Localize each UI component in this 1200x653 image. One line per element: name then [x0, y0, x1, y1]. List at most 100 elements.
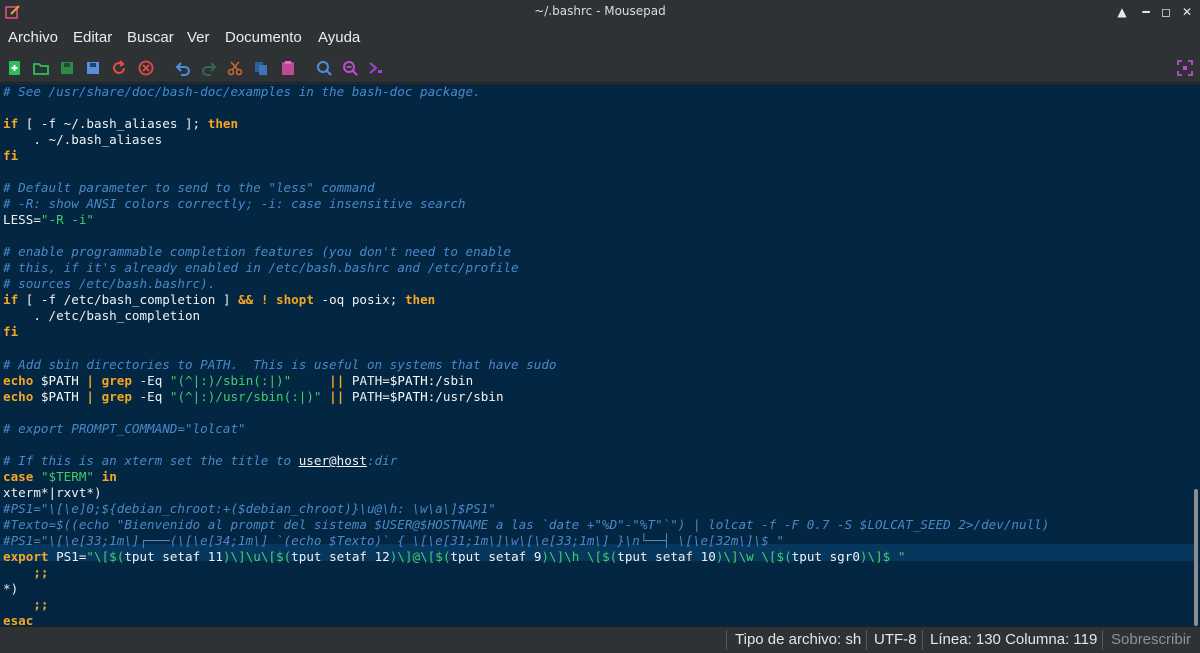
status-separator — [1102, 630, 1103, 650]
reload-icon[interactable] — [110, 59, 128, 77]
copy-icon[interactable] — [252, 59, 270, 77]
code-line: # enable programmable completion feature… — [3, 244, 511, 260]
menu-buscar[interactable]: Buscar — [127, 29, 174, 46]
search-icon[interactable] — [315, 59, 333, 77]
code-line: echo $PATH | grep -Eq "(^|:)/sbin(:|)" |… — [3, 373, 473, 389]
new-document-icon[interactable] — [6, 59, 24, 77]
code-line: esac — [3, 613, 33, 626]
open-file-icon[interactable] — [32, 59, 50, 77]
code-line: *) — [3, 581, 18, 597]
maximize-icon[interactable]: ◻ — [1157, 3, 1175, 21]
code-line: fi — [3, 148, 18, 164]
code-token: # enable programmable completion feature… — [3, 244, 511, 259]
menu-archivo[interactable]: Archivo — [8, 29, 58, 46]
code-token: esac — [3, 613, 34, 626]
menu-editar[interactable]: Editar — [73, 29, 112, 46]
code-token: && — [238, 292, 254, 307]
close-icon[interactable]: ✕ — [1178, 3, 1196, 21]
code-line: # See /usr/share/doc/bash-doc/examples i… — [3, 84, 481, 100]
code-token: $PATH — [389, 373, 428, 388]
code-token: # sources /etc/bash.bashrc). — [3, 276, 216, 291]
code-token: #PS1="\[\e]0;${debian_chroot:+($debian_c… — [3, 501, 496, 516]
menu-documento[interactable]: Documento — [225, 29, 302, 46]
code-line: case "$TERM" in — [3, 469, 117, 485]
minimize-icon[interactable]: ━ — [1137, 3, 1155, 21]
save-icon[interactable] — [58, 59, 76, 77]
code-token: -Eq — [131, 373, 170, 388]
code-token: "$TERM" — [40, 469, 95, 484]
redo-icon[interactable] — [200, 59, 218, 77]
code-token: | — [86, 373, 95, 388]
code-token: # Default parameter to send to the "less… — [3, 180, 375, 195]
go-to-line-icon[interactable] — [367, 59, 385, 77]
vertical-scrollbar[interactable] — [1194, 489, 1198, 626]
code-token: echo — [3, 373, 34, 388]
code-token: xterm*|rxvt*) — [3, 485, 102, 500]
status-separator — [866, 630, 867, 650]
status-bar: Tipo de archivo: sh UTF-8 Línea: 130 Col… — [0, 626, 1200, 653]
status-filetype[interactable]: Tipo de archivo: sh — [735, 631, 861, 648]
code-token: )\]\h \[$( — [541, 549, 618, 564]
code-token: PATH= — [344, 389, 390, 404]
code-token: grep — [101, 373, 132, 388]
code-line: . ~/.bash_aliases — [3, 132, 162, 148]
window-title: ~/.bashrc - Mousepad — [534, 4, 666, 18]
fullscreen-icon[interactable] — [1176, 59, 1194, 77]
code-token: -Eq — [131, 389, 170, 404]
code-token: then — [404, 292, 436, 307]
keep-above-icon[interactable]: ▲ — [1113, 3, 1131, 21]
close-document-icon[interactable] — [137, 59, 155, 77]
code-line: # this, if it's already enabled in /etc/… — [3, 260, 519, 276]
code-token: ;; — [3, 565, 49, 580]
code-line: LESS="-R -i" — [3, 212, 94, 228]
text-editor[interactable]: # See /usr/share/doc/bash-doc/examples i… — [0, 84, 1200, 626]
code-token: fi — [3, 148, 19, 163]
cut-icon[interactable] — [226, 59, 244, 77]
menu-ver[interactable]: Ver — [187, 29, 210, 46]
code-token: tput setaf 9 — [450, 549, 542, 564]
code-line: export PS1="\[$(tput setaf 11)\]\u\[$(tp… — [3, 549, 905, 565]
search-replace-icon[interactable] — [341, 59, 359, 77]
code-token: [ -f ~/.bash_aliases ]; — [18, 116, 208, 131]
code-token: -oq posix; — [313, 292, 405, 307]
paste-icon[interactable] — [279, 59, 297, 77]
code-line: # sources /etc/bash.bashrc). — [3, 276, 215, 292]
code-token: #PS1="\[\e[33;1m\]┌───(\[\e[34;1m\] `(ec… — [3, 533, 784, 548]
code-line: fi — [3, 324, 18, 340]
code-token: in — [101, 469, 117, 484]
code-line: # If this is an xterm set the title to u… — [3, 453, 397, 469]
code-token: grep — [101, 389, 132, 404]
code-line: # Default parameter to send to the "less… — [3, 180, 375, 196]
code-line: # export PROMPT_COMMAND="lolcat" — [3, 421, 246, 437]
code-token: tput sgr0 — [791, 549, 860, 564]
status-encoding[interactable]: UTF-8 — [874, 631, 917, 648]
code-token: . ~/.bash_aliases — [3, 132, 163, 147]
code-token: :/sbin — [427, 373, 474, 388]
code-line: if [ -f /etc/bash_completion ] && ! shop… — [3, 292, 435, 308]
code-token: #Texto=$((echo "Bienvenido al prompt del… — [3, 517, 1050, 532]
save-as-icon[interactable] — [84, 59, 102, 77]
code-line: if [ -f ~/.bash_aliases ]; then — [3, 116, 238, 132]
undo-icon[interactable] — [174, 59, 192, 77]
code-token: export — [3, 549, 49, 564]
menu-ayuda[interactable]: Ayuda — [318, 29, 360, 46]
code-token: case — [3, 469, 34, 484]
code-line: xterm*|rxvt*) — [3, 485, 102, 501]
code-token: )\]\w \[$( — [715, 549, 792, 564]
code-line: # -R: show ANSI colors correctly; -i: ca… — [3, 196, 466, 212]
code-line: #Texto=$((echo "Bienvenido al prompt del… — [3, 517, 1049, 533]
code-token: then — [207, 116, 239, 131]
code-token: :dir — [366, 453, 398, 468]
code-line: ;; — [3, 565, 49, 581]
code-token: shopt — [276, 292, 314, 307]
code-token: )\]$ " — [859, 549, 906, 564]
code-token: )\]@\[$( — [389, 549, 451, 564]
status-overwrite-mode[interactable]: Sobrescribir — [1111, 631, 1191, 648]
